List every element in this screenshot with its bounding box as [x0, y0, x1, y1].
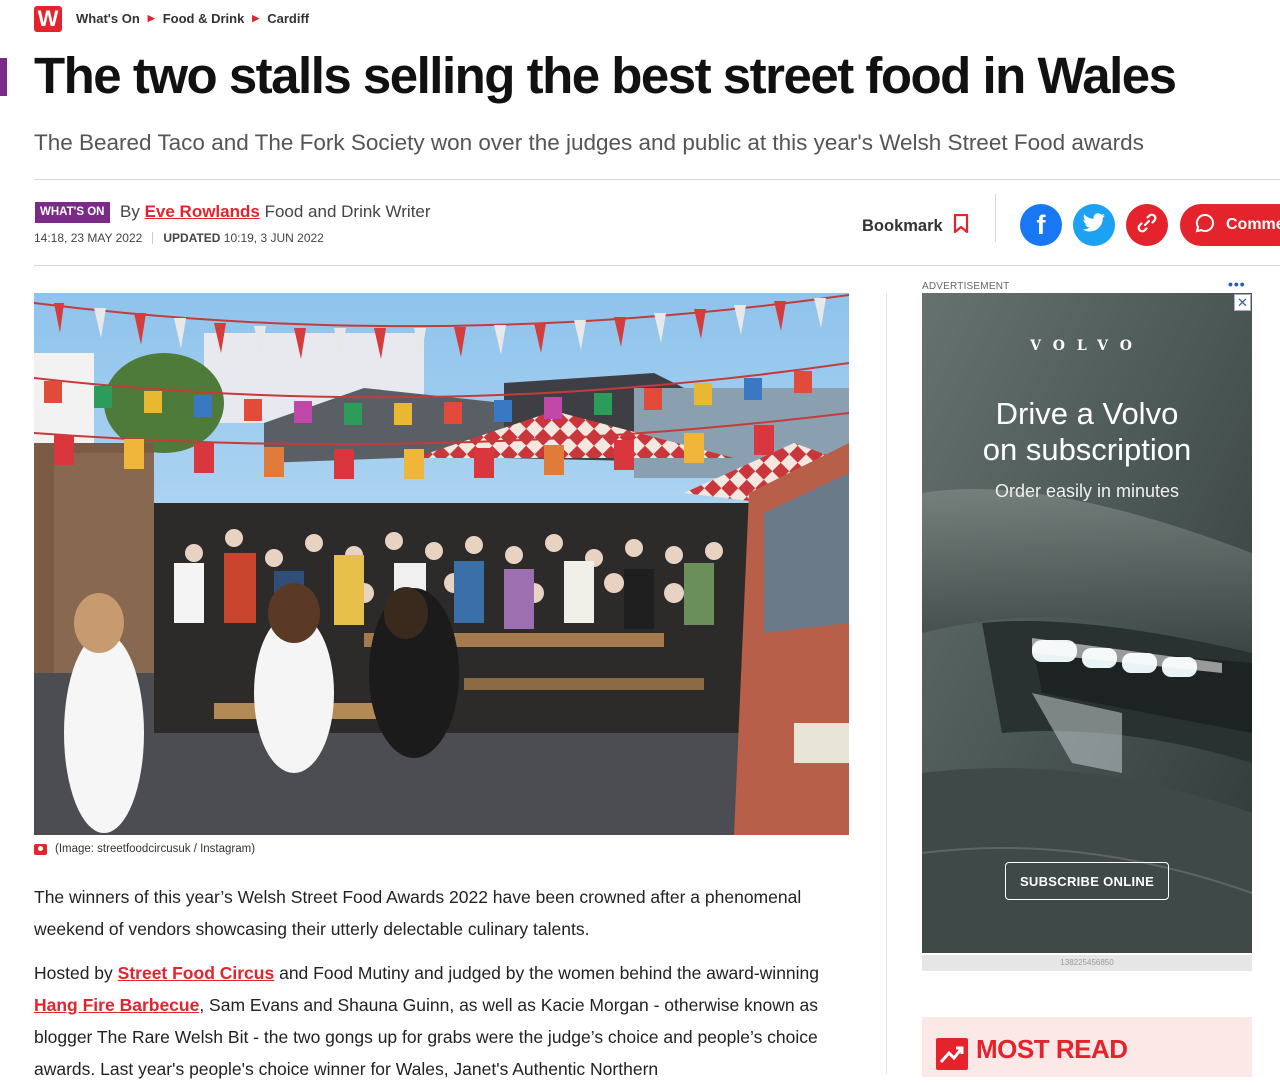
- ad-id-text: 138225456850: [922, 955, 1252, 971]
- published-date: 14:18, 23 MAY 2022: [34, 231, 143, 245]
- divider: [34, 265, 1280, 266]
- breadcrumb-food-drink[interactable]: Food & Drink: [163, 11, 245, 26]
- facebook-share-button[interactable]: f: [1020, 204, 1062, 246]
- breadcrumb: What's On ▶ Food & Drink ▶ Cardiff: [76, 11, 309, 26]
- article-headline: The two stalls selling the best street f…: [34, 47, 1177, 104]
- updated-date: 10:19, 3 JUN 2022: [223, 231, 324, 245]
- article-main-image: [34, 293, 849, 835]
- twitter-icon: [1082, 212, 1106, 238]
- bookmark-label: Bookmark: [862, 217, 943, 235]
- comments-label: Comme: [1226, 216, 1280, 233]
- ad-subline: Order easily in minutes: [994, 481, 1180, 501]
- section-accent-bar: [0, 58, 7, 96]
- chevron-right-icon: ▶: [147, 13, 155, 23]
- street-food-circus-link[interactable]: Street Food Circus: [118, 963, 275, 983]
- copy-link-button[interactable]: [1126, 204, 1168, 246]
- image-caption: (Image: streetfoodcircusuk / Instagram): [34, 843, 255, 855]
- byline: By Eve Rowlands Food and Drink Writer: [120, 202, 431, 222]
- updated-label: UPDATED: [163, 231, 221, 245]
- comment-icon: [1194, 212, 1216, 239]
- trending-icon: [936, 1038, 968, 1070]
- author-role: Food and Drink Writer: [264, 202, 431, 221]
- camera-icon: [34, 843, 47, 855]
- column-divider: [886, 293, 887, 1074]
- article-paragraph-1: The winners of this year’s Welsh Street …: [34, 887, 802, 939]
- paragraph-text: and Food Mutiny and judged by the women …: [274, 963, 820, 983]
- comments-button[interactable]: Comme: [1180, 204, 1280, 246]
- ad-close-icon[interactable]: ✕: [1234, 294, 1251, 311]
- twitter-share-button[interactable]: [1073, 204, 1115, 246]
- section-badge[interactable]: WHAT'S ON: [35, 202, 110, 223]
- subscribe-online-button[interactable]: SUBSCRIBE ONLINE: [1005, 862, 1169, 900]
- divider: [995, 194, 996, 242]
- bookmark-button[interactable]: Bookmark: [862, 213, 969, 239]
- article-paragraph-2: Hosted by Street Food Circus and Food Mu…: [34, 957, 849, 1085]
- article-subheadline: The Beared Taco and The Fork Society won…: [34, 130, 1144, 155]
- chevron-right-icon: ▶: [252, 13, 260, 23]
- ad-options-icon[interactable]: •••: [1228, 276, 1246, 292]
- bookmark-icon: [953, 213, 969, 239]
- divider: [152, 232, 154, 244]
- most-read-heading: MOST READ: [976, 1034, 1128, 1064]
- ad-brand-logo: VOLVO: [1030, 338, 1144, 354]
- byline-prefix: By: [120, 202, 140, 221]
- ad-headline-line2: on subscription: [982, 432, 1192, 467]
- article-dates: 14:18, 23 MAY 2022 UPDATED 10:19, 3 JUN …: [34, 231, 324, 245]
- breadcrumb-whats-on[interactable]: What's On: [76, 11, 140, 26]
- breadcrumb-cardiff[interactable]: Cardiff: [267, 11, 309, 26]
- hang-fire-barbecue-link[interactable]: Hang Fire Barbecue: [34, 995, 199, 1015]
- site-logo[interactable]: W: [34, 6, 62, 32]
- paragraph-text: Hosted by: [34, 963, 118, 983]
- link-icon: [1136, 212, 1158, 239]
- ad-headline-line1: Drive a Volvo: [995, 396, 1179, 431]
- advertisement-label: ADVERTISEMENT: [922, 281, 1010, 292]
- image-caption-text: (Image: streetfoodcircusuk / Instagram): [55, 843, 256, 855]
- author-link[interactable]: Eve Rowlands: [145, 202, 260, 221]
- divider: [34, 179, 1280, 180]
- facebook-icon: f: [1036, 209, 1046, 240]
- ad-headline: Drive a Volvo on subscription: [922, 396, 1252, 468]
- advertisement[interactable]: [922, 293, 1252, 953]
